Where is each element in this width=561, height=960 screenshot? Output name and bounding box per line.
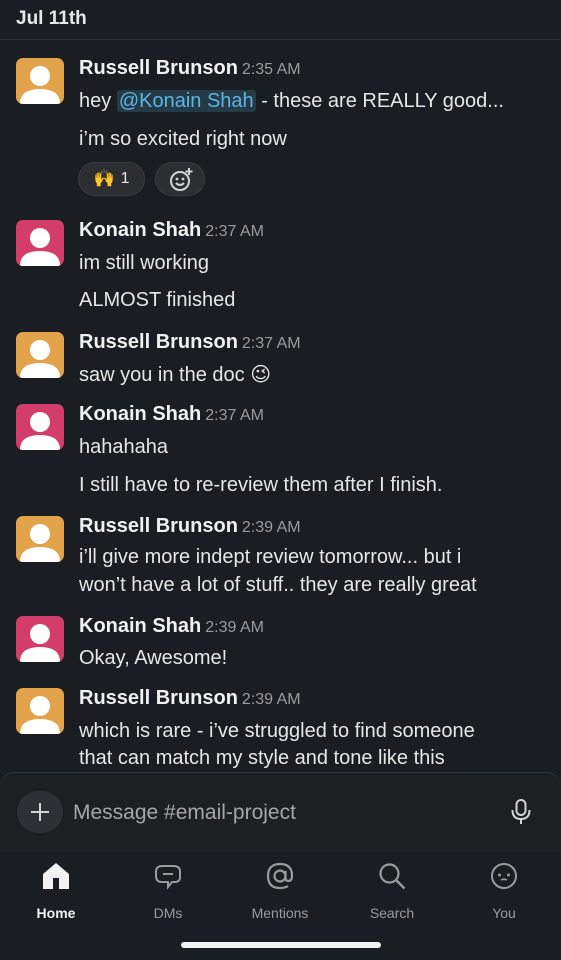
reaction-count: 1 <box>120 170 130 187</box>
plus-icon <box>31 803 49 821</box>
timestamp: 2:37 AM <box>205 407 264 424</box>
tab-home[interactable]: Home <box>6 860 106 921</box>
avatar[interactable] <box>16 220 64 266</box>
tab-label: Mentions <box>251 905 309 921</box>
message-text: im still working <box>79 252 210 274</box>
message-text-part: hey <box>79 90 117 112</box>
message-header: Konain Shah 2:37 AM <box>79 219 264 242</box>
message-text: won’t have a lot of stuff.. they are rea… <box>79 574 477 596</box>
message-text: I still have to re-review them after I f… <box>79 474 443 496</box>
message-header: Russell Brunson 2:39 AM <box>79 687 301 710</box>
avatar[interactable] <box>16 58 64 104</box>
raising-hands-emoji: 🙌 <box>93 169 115 188</box>
reaction-pill[interactable]: 🙌 1 <box>78 162 145 196</box>
message-list[interactable]: Russell Brunson 2:35 AM hey @Konain Shah … <box>0 40 561 772</box>
add-reaction-button[interactable] <box>155 162 205 196</box>
message-text: i’m so excited right now <box>79 128 287 150</box>
user-avatar-icon <box>20 228 60 266</box>
user-mention[interactable]: @Konain Shah <box>116 90 256 112</box>
message-header: Konain Shah 2:39 AM <box>79 615 264 638</box>
day-label: Jul 11th <box>16 8 87 29</box>
user-avatar-icon <box>20 696 60 734</box>
search-icon <box>379 863 406 890</box>
add-reaction-icon <box>170 168 193 191</box>
avatar[interactable] <box>16 332 64 378</box>
user-avatar-icon <box>20 412 60 450</box>
message-header: Russell Brunson 2:35 AM <box>79 57 301 80</box>
message-text: ALMOST finished <box>79 289 236 311</box>
tab-label: Search <box>369 905 415 921</box>
sender-name[interactable]: Russell Brunson <box>79 515 238 537</box>
day-divider: Jul 11th <box>0 0 561 40</box>
sender-name[interactable]: Konain Shah <box>79 615 201 637</box>
timestamp: 2:37 AM <box>241 335 301 352</box>
sender-name[interactable]: Konain Shah <box>79 219 201 241</box>
message-text: saw you in the doc 😉 <box>79 363 271 387</box>
profile-icon <box>491 863 517 889</box>
message-text-part: saw you in the doc <box>79 364 245 386</box>
avatar[interactable] <box>16 688 64 734</box>
message-input[interactable] <box>73 798 493 828</box>
tab-dms[interactable]: DMs <box>118 860 218 921</box>
message-text-part: - these are REALLY good... <box>255 90 504 112</box>
avatar[interactable] <box>16 404 64 450</box>
timestamp: 2:39 AM <box>241 519 301 536</box>
tab-mentions[interactable]: Mentions <box>230 860 330 921</box>
avatar[interactable] <box>16 616 64 662</box>
microphone-icon <box>511 799 531 824</box>
slack-app: Jul 11th Russell Brunson 2:35 AM hey @Kon… <box>0 0 561 960</box>
winking-face-emoji: 😉 <box>250 364 272 386</box>
timestamp: 2:35 AM <box>241 61 301 78</box>
message-header: Russell Brunson 2:39 AM <box>79 515 301 538</box>
dm-icon <box>155 865 181 890</box>
message-text: Okay, Awesome! <box>79 647 228 669</box>
home-indicator[interactable] <box>181 942 381 948</box>
sender-name[interactable]: Russell Brunson <box>79 57 238 79</box>
message-text: which is rare - i’ve struggled to find s… <box>79 720 475 742</box>
timestamp: 2:39 AM <box>241 691 301 708</box>
sender-name[interactable]: Russell Brunson <box>79 331 238 353</box>
tab-label: You <box>492 905 516 921</box>
message-header: Russell Brunson 2:37 AM <box>79 331 301 354</box>
tab-label: DMs <box>153 905 183 921</box>
tab-label: Home <box>36 905 76 921</box>
attach-button[interactable] <box>17 791 63 833</box>
user-avatar-icon <box>20 524 60 562</box>
sender-name[interactable]: Konain Shah <box>79 403 201 425</box>
sender-name[interactable]: Russell Brunson <box>79 687 238 709</box>
message-text: hahahaha <box>79 436 168 458</box>
message-text: that can match my style and tone like th… <box>79 747 445 769</box>
tab-you[interactable]: You <box>454 860 554 921</box>
user-avatar-icon <box>20 340 60 378</box>
avatar[interactable] <box>16 516 64 562</box>
message-header: Konain Shah 2:37 AM <box>79 403 264 426</box>
timestamp: 2:39 AM <box>205 619 264 636</box>
home-icon <box>43 863 69 889</box>
microphone-button[interactable] <box>508 798 534 826</box>
message-text: hey @Konain Shah - these are REALLY good… <box>79 89 504 113</box>
tab-search[interactable]: Search <box>342 860 442 921</box>
timestamp: 2:37 AM <box>205 223 264 240</box>
user-avatar-icon <box>20 624 60 662</box>
message-text: i’ll give more indept review tomorrow...… <box>79 546 462 568</box>
user-avatar-icon <box>20 66 60 104</box>
at-icon <box>266 862 294 890</box>
